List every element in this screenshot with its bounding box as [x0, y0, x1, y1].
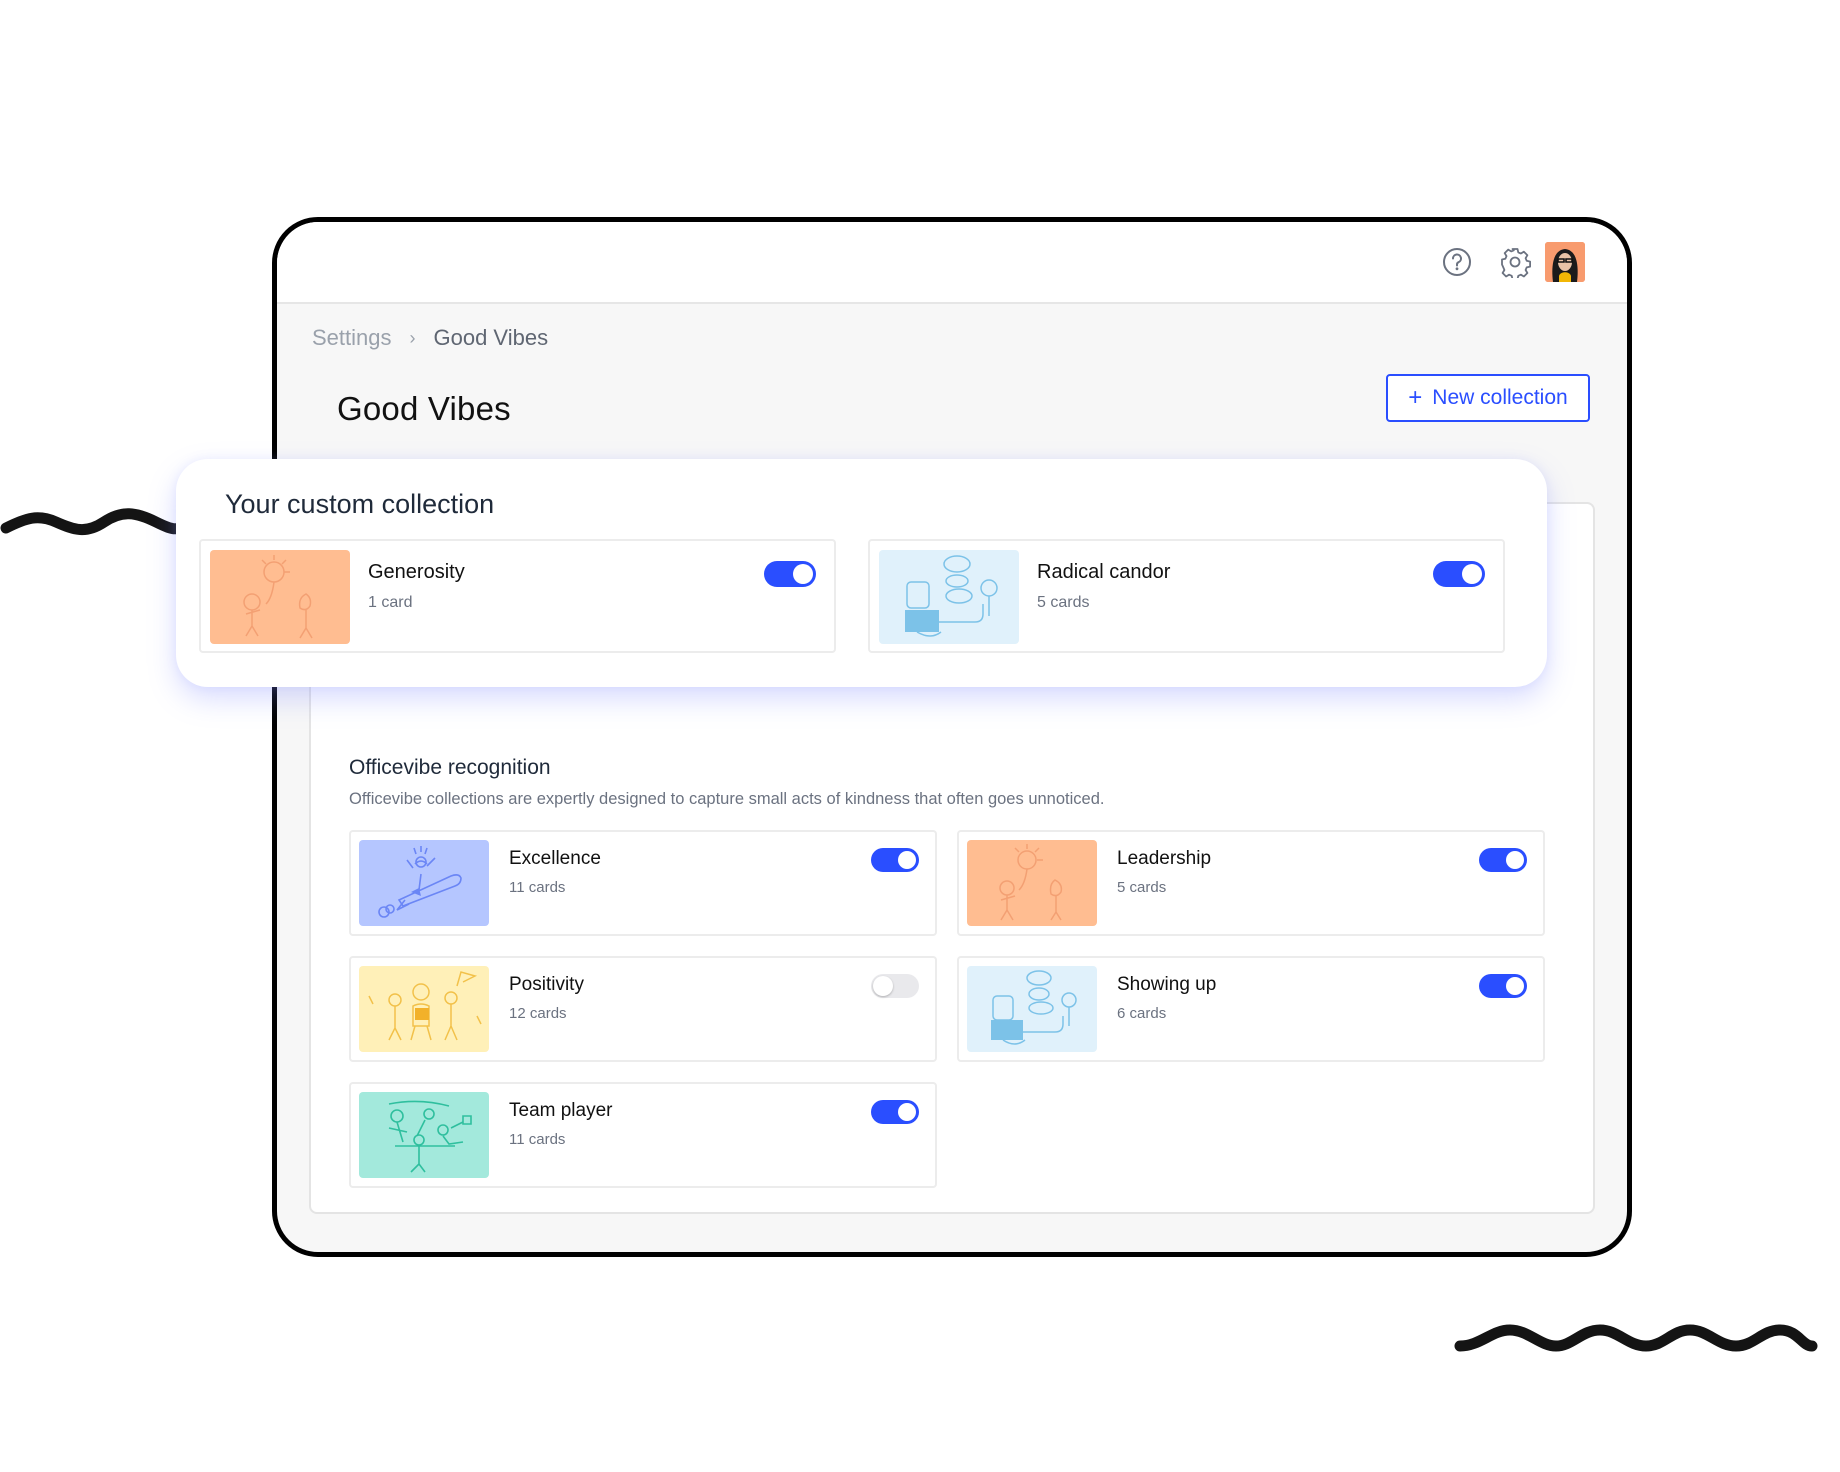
- collection-thumbnail: [359, 966, 489, 1052]
- conversation-illustration: [991, 970, 1077, 1045]
- top-bar: [277, 222, 1627, 304]
- breadcrumb-settings-link[interactable]: Settings: [312, 325, 392, 351]
- collection-thumbnail: [879, 550, 1019, 644]
- chevron-right-icon: ›: [409, 327, 416, 348]
- collection-name: Excellence: [509, 848, 601, 869]
- collection-card-count: 11 cards: [509, 1131, 566, 1148]
- toggle-knob: [898, 1103, 916, 1121]
- collection-card-excellence[interactable]: Excellence 11 cards: [349, 830, 937, 936]
- collection-thumbnail: [359, 840, 489, 926]
- toggle-knob: [1506, 977, 1524, 995]
- marching-band-illustration: [368, 971, 482, 1041]
- collection-name: Radical candor: [1037, 561, 1171, 583]
- help-circle-icon: [1443, 248, 1471, 276]
- collection-toggle[interactable]: [871, 1100, 919, 1124]
- collection-card-positivity[interactable]: Positivity 12 cards: [349, 956, 937, 1062]
- page-title: Good Vibes: [337, 390, 511, 427]
- collection-card-count: 12 cards: [509, 1005, 567, 1022]
- squiggle-decoration-right: [1454, 1324, 1818, 1352]
- settings-button[interactable]: [1498, 245, 1532, 279]
- collection-name: Team player: [509, 1100, 613, 1121]
- collection-toggle[interactable]: [1433, 561, 1485, 587]
- section-title-officevibe: Officevibe recognition: [349, 756, 551, 779]
- toggle-knob: [1462, 564, 1482, 584]
- collection-card-generosity[interactable]: Generosity 1 card: [199, 539, 836, 653]
- collection-toggle[interactable]: [764, 561, 816, 587]
- new-collection-button[interactable]: + New collection: [1386, 374, 1590, 422]
- balloon-people-illustration: [999, 844, 1063, 921]
- rocket-illustration: [378, 846, 462, 918]
- collection-toggle[interactable]: [1479, 974, 1527, 998]
- app-window: Settings › Good Vibes Good Vibes + New c…: [272, 217, 1632, 1257]
- toggle-knob: [873, 976, 893, 996]
- collection-toggle[interactable]: [1479, 848, 1527, 872]
- collection-name: Leadership: [1117, 848, 1212, 869]
- new-collection-label: New collection: [1432, 386, 1568, 409]
- collection-thumbnail: [967, 966, 1097, 1052]
- collection-card-radical-candor[interactable]: Radical candor 5 cards: [868, 539, 1505, 653]
- collection-name: Generosity: [368, 561, 465, 583]
- user-avatar-image: [1545, 242, 1585, 282]
- collection-name: Positivity: [509, 974, 584, 995]
- custom-collection-card: Your custom collection Generosity 1 card: [176, 459, 1547, 687]
- plus-icon: +: [1408, 384, 1423, 411]
- breadcrumb: Settings › Good Vibes: [312, 325, 548, 351]
- balloon-people-illustration: [243, 555, 313, 639]
- toggle-knob: [898, 851, 916, 869]
- collection-name: Showing up: [1117, 974, 1217, 995]
- collection-toggle[interactable]: [871, 848, 919, 872]
- section-description: Officevibe collections are expertly desi…: [349, 790, 1105, 808]
- collection-card-count: 11 cards: [509, 879, 566, 896]
- collection-card-showing-up[interactable]: Showing up 6 cards: [957, 956, 1545, 1062]
- breadcrumb-current: Good Vibes: [433, 325, 549, 350]
- collection-card-leadership[interactable]: Leadership 5 cards: [957, 830, 1545, 936]
- collection-toggle[interactable]: [871, 974, 919, 998]
- collection-card-team-player[interactable]: Team player 11 cards: [349, 1082, 937, 1188]
- collection-card-count: 5 cards: [1117, 879, 1167, 896]
- collection-card-count: 5 cards: [1037, 594, 1090, 611]
- officevibe-collection-grid: Excellence 11 cards Leadership 5 cards P…: [349, 830, 1545, 1188]
- collection-card-count: 1 card: [368, 594, 413, 611]
- team-acrobatics-illustration: [388, 1100, 472, 1173]
- toggle-knob: [793, 564, 813, 584]
- avatar[interactable]: [1545, 242, 1585, 282]
- toggle-knob: [1506, 851, 1524, 869]
- collection-thumbnail: [967, 840, 1097, 926]
- conversation-illustration: [905, 555, 998, 637]
- collection-thumbnail: [359, 1092, 489, 1178]
- collection-thumbnail: [210, 550, 350, 644]
- squiggle-decoration-left: [0, 508, 190, 535]
- help-button[interactable]: [1440, 245, 1474, 279]
- gear-icon: [1501, 248, 1531, 278]
- collection-card-count: 6 cards: [1117, 1005, 1167, 1022]
- custom-collection-title: Your custom collection: [225, 489, 495, 519]
